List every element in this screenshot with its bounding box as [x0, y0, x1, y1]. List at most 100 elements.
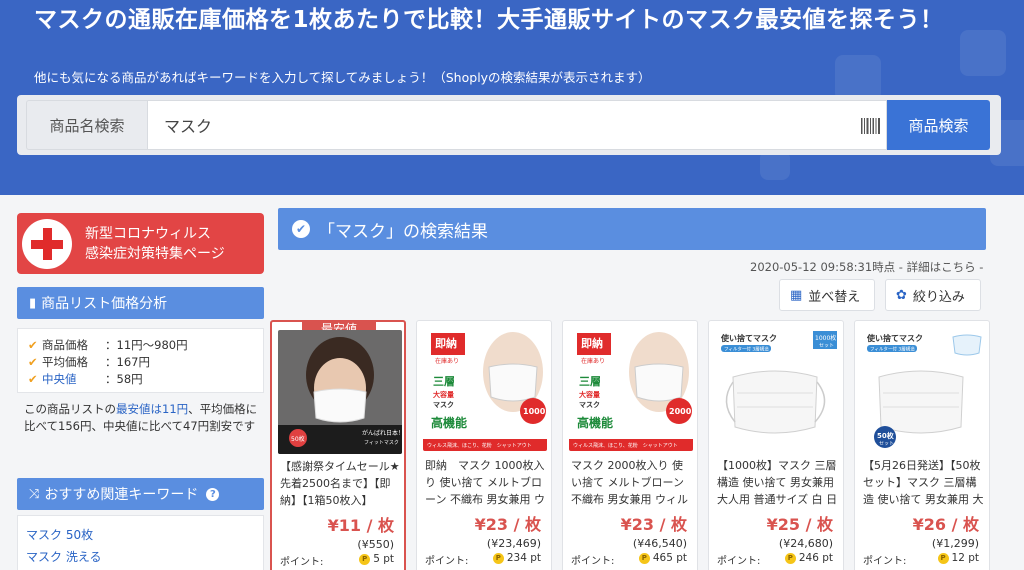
book-icon: ▮	[29, 295, 37, 311]
svg-text:2000: 2000	[669, 407, 692, 416]
price-stats: ✔ 商品価格 ： 11円〜980円 ✔ 平均価格 ： 167円 ✔ 中央値 ： …	[17, 328, 264, 393]
point-label: ポイント:	[717, 556, 761, 567]
product-card[interactable]: 使い捨てマスク フィルター付 3層構造 1000枚 セット 【1000枚】マスク…	[708, 320, 844, 570]
svg-text:フィットマスク: フィットマスク	[364, 440, 399, 446]
point-label: ポイント:	[571, 556, 615, 567]
product-points: P 465 pt	[638, 552, 687, 564]
product-card[interactable]: 即納 在庫あり 三層 大容量 マスク 高機能 1000 ウィルス飛沫、ほこり、花…	[416, 320, 552, 570]
svg-text:フィルター付 3層構造: フィルター付 3層構造	[724, 346, 769, 353]
search-label: 商品名検索	[26, 100, 147, 150]
results-header: ✔ 「マスク」の検索結果	[278, 208, 986, 250]
product-total-price: (¥23,469)	[486, 537, 541, 550]
svg-text:大容量: 大容量	[579, 390, 600, 399]
results-timestamp[interactable]: 2020-05-12 09:58:31時点 - 詳細はこちら -	[750, 259, 983, 275]
product-image[interactable]: 即納 在庫あり 三層 大容量 マスク 高機能 1000 ウィルス飛沫、ほこり、花…	[423, 327, 547, 451]
product-title[interactable]: マスク 2000枚入り 使い捨て メルトブローン 不織布 男女兼用 ウィルス	[571, 457, 693, 507]
svg-text:がんばれ日本！: がんばれ日本！	[362, 429, 402, 437]
price-analysis-text: この商品リストの最安値は11円、平均価格に比べて156円、中央値に比べて47円割…	[24, 402, 258, 433]
svg-text:マスク: マスク	[579, 400, 600, 409]
svg-text:三層: 三層	[579, 375, 601, 388]
product-points: P5 pt	[359, 553, 394, 565]
product-image[interactable]: 使い捨てマスク フィルター付 3層構造 1000枚 セット	[715, 327, 839, 451]
product-points: P 12 pt	[937, 552, 979, 564]
product-title[interactable]: 【感謝祭タイムセール★先着2500名まで】【即納】【1箱50枚入】	[280, 458, 402, 508]
svg-text:ウィルス飛沫、ほこり、花粉 シャットアウト: ウィルス飛沫、ほこり、花粉 シャットアウト	[427, 442, 532, 449]
product-image[interactable]: がんばれ日本！ フィットマスク 50枚	[278, 330, 402, 454]
svg-text:使い捨てマスク: 使い捨てマスク	[720, 333, 777, 343]
keywords-list: マスク 50枚 マスク 洗える	[17, 515, 264, 570]
svg-text:即納: 即納	[581, 336, 603, 350]
svg-text:50枚: 50枚	[877, 431, 895, 440]
product-unit-price: ¥23 / 枚	[620, 515, 687, 534]
coin-icon: P	[784, 552, 796, 564]
check-icon: ✔	[28, 338, 38, 352]
red-cross-icon	[17, 214, 77, 274]
svg-text:在庫あり: 在庫あり	[581, 357, 605, 365]
product-total-price: (¥24,680)	[778, 537, 833, 550]
corona-link-text: 新型コロナウィルス 感染症対策特集ページ	[85, 225, 225, 262]
svg-text:大容量: 大容量	[433, 390, 454, 399]
coin-icon: P	[359, 553, 371, 565]
product-title[interactable]: 即納 マスク 1000枚入り 使い捨て メルトブローン 不織布 男女兼用 ウ	[425, 457, 547, 507]
page-title: マスクの通販在庫価格を1枚あたりで比較！大手通販サイトのマスク最安値を探そう！	[34, 7, 944, 33]
hero-banner: マスクの通販在庫価格を1枚あたりで比較！大手通販サイトのマスク最安値を探そう！ …	[0, 0, 1024, 195]
page-subtitle: 他にも気になる商品があればキーワードを入力して探してみましょう！（Shoplyの…	[34, 70, 651, 85]
coin-icon: P	[937, 552, 949, 564]
product-total-price: (¥550)	[357, 538, 394, 551]
product-unit-price: ¥25 / 枚	[766, 515, 833, 534]
product-card[interactable]: 即納 在庫あり 三層 大容量 マスク 高機能 2000 ウィルス飛沫、ほこり、花…	[562, 320, 698, 570]
keyword-link[interactable]: マスク 50枚	[26, 524, 255, 546]
corona-special-link[interactable]: 新型コロナウィルス 感染症対策特集ページ	[17, 213, 264, 274]
check-icon: ✔	[28, 372, 38, 386]
search-button[interactable]: 商品検索	[887, 100, 990, 150]
point-label: ポイント:	[863, 556, 907, 567]
help-icon[interactable]: ?	[206, 487, 220, 501]
product-card[interactable]: 使い捨てマスク フィルター付 3層構造 50枚 セット 【5月26日発送】【50…	[854, 320, 990, 570]
search-bar: 商品名検索 商品検索	[17, 95, 1001, 155]
stat-row-median: ✔ 中央値 ： 58円	[28, 372, 143, 386]
grid-icon: ▦	[790, 287, 803, 303]
point-label: ポイント:	[280, 557, 324, 568]
barcode-icon[interactable]	[860, 115, 882, 137]
shuffle-icon: ⤨	[29, 486, 40, 502]
keywords-header: ⤨ おすすめ関連キーワード ?	[17, 478, 264, 510]
stat-row-price: ✔ 商品価格 ： 11円〜980円	[28, 338, 188, 352]
svg-text:使い捨てマスク: 使い捨てマスク	[866, 333, 923, 343]
svg-text:セット: セット	[879, 441, 894, 447]
product-points: P 234 pt	[492, 552, 541, 564]
filter-button[interactable]: ✿ 絞り込み	[885, 279, 981, 311]
coin-icon: P	[638, 552, 650, 564]
product-image[interactable]: 即納 在庫あり 三層 大容量 マスク 高機能 2000 ウィルス飛沫、ほこり、花…	[569, 327, 693, 451]
product-unit-price: ¥26 / 枚	[912, 515, 979, 534]
product-unit-price: ¥23 / 枚	[474, 515, 541, 534]
product-points: P 246 pt	[784, 552, 833, 564]
product-title[interactable]: 【5月26日発送】【50枚セット】マスク 三層構造 使い捨て 男女兼用 大	[863, 457, 985, 507]
svg-text:1000: 1000	[523, 407, 546, 416]
keyword-link[interactable]: マスク 洗える	[26, 546, 255, 568]
svg-text:在庫あり: 在庫あり	[435, 357, 459, 365]
gear-icon: ✿	[896, 287, 907, 303]
svg-text:フィルター付 3層構造: フィルター付 3層構造	[870, 346, 915, 353]
product-title[interactable]: 【1000枚】マスク 三層構造 使い捨て 男女兼用 大人用 普通サイズ 白 日	[717, 457, 839, 507]
svg-text:ウィルス飛沫、ほこり、花粉 シャットアウト: ウィルス飛沫、ほこり、花粉 シャットアウト	[573, 442, 678, 449]
product-image[interactable]: 使い捨てマスク フィルター付 3層構造 50枚 セット	[861, 327, 985, 451]
product-card[interactable]: 最安値 がんばれ日本！ フィットマスク 50枚 【感謝祭タイムセール★先着250…	[270, 320, 406, 570]
price-analysis-header: ▮ 商品リスト価格分析	[17, 287, 264, 319]
product-total-price: (¥46,540)	[632, 537, 687, 550]
point-label: ポイント:	[425, 556, 469, 567]
svg-text:50枚: 50枚	[291, 435, 305, 443]
svg-text:三層: 三層	[433, 375, 455, 388]
product-total-price: (¥1,299)	[931, 537, 979, 550]
check-circle-icon: ✔	[292, 220, 310, 238]
svg-text:高機能: 高機能	[431, 415, 467, 430]
stat-row-average: ✔ 平均価格 ： 167円	[28, 355, 150, 369]
search-input[interactable]	[147, 100, 887, 150]
svg-text:セット: セット	[819, 343, 834, 349]
product-unit-price: ¥11 / 枚	[327, 516, 394, 535]
svg-text:即納: 即納	[435, 336, 457, 350]
svg-text:1000枚: 1000枚	[815, 334, 836, 342]
svg-text:高機能: 高機能	[577, 415, 613, 430]
sort-button[interactable]: ▦ 並べ替え	[779, 279, 875, 311]
check-icon: ✔	[28, 355, 38, 369]
svg-text:マスク: マスク	[433, 400, 454, 409]
